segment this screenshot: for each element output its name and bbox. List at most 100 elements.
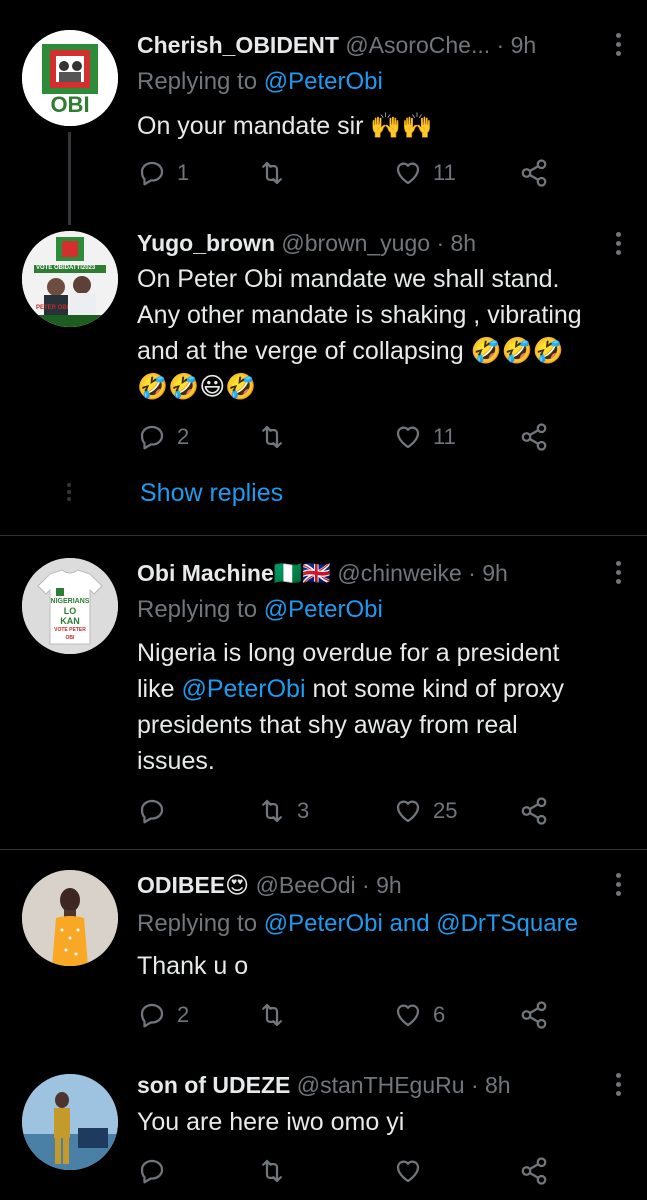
share-button[interactable] [519, 1000, 549, 1030]
retweet-icon [262, 1003, 282, 1027]
retweet-icon [262, 1159, 282, 1183]
tweet-text: On Peter Obi mandate we shall stand. Any… [137, 261, 623, 405]
replying-to: Replying to @PeterObi and @DrTSquare [137, 910, 578, 937]
mention-link[interactable]: @PeterObi [181, 675, 305, 703]
reply-icon [140, 425, 164, 450]
handle[interactable]: @stanTHEguRu [297, 1072, 465, 1098]
text-line: 🤣🤣😃🤣 [137, 373, 257, 401]
heart-icon [396, 800, 420, 823]
like-button[interactable]: 6 [393, 1000, 445, 1030]
mention-link[interactable]: @PeterObi [264, 68, 383, 95]
display-name[interactable]: son of UDEZE [137, 1072, 290, 1098]
retweet-button[interactable] [257, 1000, 297, 1030]
retweet-count: 3 [297, 798, 310, 823]
tweet-header: Cherish_OBIDENT @AsoroChe... · 9h [137, 30, 607, 60]
reply-button[interactable]: 2 [137, 422, 189, 452]
tweet-text: Nigeria is long overdue for a president … [137, 639, 564, 775]
reply-button[interactable] [137, 796, 177, 826]
share-button[interactable] [519, 158, 549, 188]
retweet-button[interactable] [257, 1156, 297, 1186]
text-line: Any other mandate is shaking , vibrating [137, 301, 582, 329]
reply-count: 2 [177, 424, 190, 449]
show-replies-link[interactable]: Show replies [140, 479, 283, 508]
handle[interactable]: @AsoroChe... [345, 32, 490, 58]
display-name[interactable]: ODIBEE😍 [137, 872, 249, 898]
reply-count: 2 [177, 1002, 190, 1027]
share-icon [521, 1001, 547, 1029]
timestamp[interactable]: · 9h [468, 560, 508, 586]
like-button[interactable] [393, 1156, 433, 1186]
avatar[interactable] [22, 870, 118, 966]
share-icon [521, 1157, 547, 1185]
heart-icon [396, 162, 420, 185]
tweet-text: Thank u o [137, 952, 249, 980]
avatar-logo-text: OBI [50, 92, 90, 117]
tweet-header: ODIBEE😍 @BeeOdi · 9h [137, 870, 607, 900]
heart-icon [396, 1004, 420, 1027]
display-name[interactable]: Cherish_OBIDENT [137, 32, 339, 58]
retweet-button[interactable]: 3 [257, 796, 309, 826]
more-options-icon[interactable] [615, 232, 621, 255]
timestamp[interactable]: · 9h [362, 872, 402, 898]
reply-icon [140, 799, 164, 824]
reply-icon [140, 161, 164, 186]
tweet-header: son of UDEZE @stanTHEguRu · 8h [137, 1070, 607, 1100]
like-count: 11 [433, 160, 456, 185]
replying-to: Replying to @PeterObi [137, 68, 383, 95]
mention-link[interactable]: @PeterObi and @DrTSquare [264, 910, 578, 937]
handle[interactable]: @brown_yugo [281, 230, 430, 256]
mention-link[interactable]: @PeterObi [264, 596, 383, 623]
avatar[interactable]: VOTE OBIDATTI2023 PETER OBI [22, 231, 118, 327]
handle[interactable]: @BeeOdi [256, 872, 356, 898]
like-button[interactable]: 25 [393, 796, 457, 826]
tweet-header: Yugo_brown @brown_yugo · 8h [137, 228, 607, 258]
tweet-1[interactable]: OBI Cherish_OBIDENT @AsoroChe... · 9h Re… [0, 0, 647, 225]
more-options-icon[interactable] [615, 873, 621, 896]
reply-count: 1 [177, 160, 190, 185]
timestamp[interactable]: · 8h [436, 230, 476, 256]
share-button[interactable] [519, 1156, 549, 1186]
text-line: On Peter Obi mandate we shall stand. [137, 265, 560, 293]
tweet-header: Obi Machine🇳🇬🇬🇧 @chinweike · 9h [137, 558, 607, 588]
heart-icon [396, 1160, 420, 1183]
action-bar: 3 25 [137, 796, 557, 830]
more-options-icon[interactable] [615, 33, 621, 56]
avatar[interactable]: NIGERIANS LO KAN VOTE PETER OBI [22, 558, 118, 654]
like-count: 11 [433, 424, 456, 449]
tweet-4[interactable]: ODIBEE😍 @BeeOdi · 9h Replying to @PeterO… [0, 850, 647, 1054]
like-button[interactable]: 11 [393, 422, 456, 452]
reply-button[interactable] [137, 1156, 177, 1186]
tweet-5[interactable]: son of UDEZE @stanTHEguRu · 8h You are h… [0, 1054, 647, 1200]
display-name[interactable]: Yugo_brown [137, 230, 275, 256]
text-line: and at the verge of collapsing 🤣🤣🤣 [137, 337, 564, 365]
shirt-print: NIGERIANS LO KAN VOTE PETER OBI [50, 598, 90, 641]
retweet-button[interactable] [257, 422, 297, 452]
thread-line [68, 132, 71, 225]
avatar-banner-text: VOTE OBIDATTI2023 [36, 265, 96, 271]
timestamp[interactable]: · 8h [471, 1072, 511, 1098]
avatar[interactable]: OBI [22, 30, 118, 126]
thread-dots [67, 483, 71, 501]
share-icon [521, 159, 547, 187]
avatar-name-text: PETER OBI [36, 305, 69, 311]
display-name[interactable]: Obi Machine🇳🇬🇬🇧 [137, 560, 331, 586]
action-bar: 2 11 [137, 422, 557, 456]
handle[interactable]: @chinweike [337, 560, 461, 586]
tweet-2[interactable]: VOTE OBIDATTI2023 PETER OBI Yugo_brown @… [0, 225, 647, 535]
more-options-icon[interactable] [615, 561, 621, 584]
share-icon [521, 797, 547, 825]
like-button[interactable]: 11 [393, 158, 456, 188]
more-options-icon[interactable] [615, 1073, 621, 1096]
reply-button[interactable]: 1 [137, 158, 189, 188]
reply-button[interactable]: 2 [137, 1000, 189, 1030]
action-bar: 2 6 [137, 1000, 557, 1034]
retweet-icon [262, 161, 282, 185]
tweet-text: You are here iwo omo yi [137, 1108, 405, 1136]
reply-icon [140, 1159, 164, 1184]
share-button[interactable] [519, 796, 549, 826]
tweet-3[interactable]: NIGERIANS LO KAN VOTE PETER OBI Obi Mach… [0, 536, 647, 849]
share-button[interactable] [519, 422, 549, 452]
retweet-button[interactable] [257, 158, 297, 188]
timestamp[interactable]: · 9h [497, 32, 537, 58]
avatar[interactable] [22, 1074, 118, 1170]
